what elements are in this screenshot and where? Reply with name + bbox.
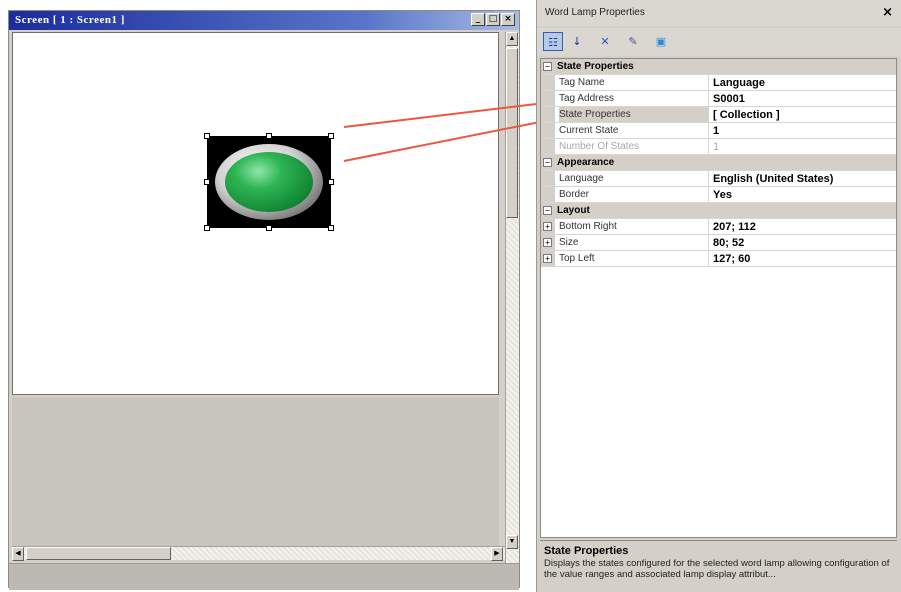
property-row-top-left[interactable]: + Top Left 127; 60 (541, 251, 896, 267)
row-margin (541, 91, 555, 106)
property-name: Current State (559, 123, 709, 138)
property-value[interactable]: Yes (713, 189, 732, 201)
wand-icon[interactable]: ✎ (623, 32, 643, 51)
vertical-scrollbar[interactable]: ▲ ▼ (505, 32, 519, 564)
property-row-tag-name[interactable]: Tag Name Language (541, 75, 896, 91)
designer-status-bar (9, 563, 519, 590)
row-margin (541, 171, 555, 186)
scroll-up-icon[interactable]: ▲ (506, 32, 518, 46)
alphabetical-icon[interactable]: ↓ (567, 32, 587, 51)
maximize-button[interactable]: □ (486, 13, 500, 26)
row-margin (541, 123, 555, 138)
property-name: Number Of States (559, 139, 709, 154)
category-layout[interactable]: − Layout (541, 203, 896, 219)
property-value[interactable]: [ Collection ] (713, 109, 780, 121)
collapse-icon[interactable]: − (543, 158, 552, 167)
property-row-number-of-states: Number Of States 1 (541, 139, 896, 155)
property-value[interactable]: 1 (713, 125, 719, 137)
canvas-offscreen-area (12, 397, 499, 547)
properties-title: Word Lamp Properties (545, 7, 645, 18)
categorized-icon[interactable]: ☷ (543, 32, 563, 51)
resize-handle-top-left[interactable] (204, 133, 210, 139)
scroll-down-icon[interactable]: ▼ (506, 535, 518, 549)
property-help-pane: State Properties Displays the states con… (540, 540, 897, 591)
properties-panel: Word Lamp Properties × ☷ ↓ ✕ ✎ ▣ − State… (536, 0, 901, 592)
property-value[interactable]: 207; 112 (713, 221, 756, 233)
property-name: Tag Address (559, 91, 709, 106)
help-title: State Properties (544, 545, 629, 557)
property-row-current-state[interactable]: Current State 1 (541, 123, 896, 139)
designer-title: Screen [ 1 : Screen1 ] (15, 14, 125, 26)
property-grid: − State Properties Tag Name Language Tag… (540, 58, 897, 538)
property-name: Border (559, 187, 709, 202)
close-icon[interactable]: × (882, 5, 893, 20)
resize-handle-bottom[interactable] (266, 225, 272, 231)
property-row-state-properties[interactable]: State Properties [ Collection ] (541, 107, 896, 123)
designer-title-bar[interactable]: Screen [ 1 : Screen1 ] _ □ × (9, 11, 519, 30)
property-name: Tag Name (559, 75, 709, 90)
category-state-properties[interactable]: − State Properties (541, 59, 896, 75)
pages-icon[interactable]: ▣ (651, 32, 671, 51)
property-value[interactable]: 80; 52 (713, 237, 744, 249)
row-margin (541, 75, 555, 90)
design-canvas[interactable] (12, 32, 499, 395)
property-name: State Properties (559, 107, 709, 122)
resize-handle-bottom-right[interactable] (328, 225, 334, 231)
property-row-border[interactable]: Border Yes (541, 187, 896, 203)
help-description: Displays the states configured for the s… (544, 558, 890, 580)
property-row-tag-address[interactable]: Tag Address S0001 (541, 91, 896, 107)
property-name: Language (559, 171, 709, 186)
expand-icon[interactable]: + (543, 238, 552, 247)
property-row-bottom-right[interactable]: + Bottom Right 207; 112 (541, 219, 896, 235)
expand-icon[interactable]: ✕ (595, 32, 615, 51)
property-value[interactable]: English (United States) (713, 173, 833, 185)
property-name: Bottom Right (559, 219, 709, 234)
category-label: Layout (557, 205, 590, 216)
row-margin (541, 139, 555, 154)
property-name: Top Left (559, 251, 709, 266)
resize-handle-top-right[interactable] (328, 133, 334, 139)
resize-handle-bottom-left[interactable] (204, 225, 210, 231)
expand-icon[interactable]: + (543, 254, 552, 263)
word-lamp-widget[interactable] (204, 133, 334, 231)
scroll-right-icon[interactable]: ▶ (491, 547, 503, 561)
property-value[interactable]: Language (713, 77, 765, 89)
category-appearance[interactable]: − Appearance (541, 155, 896, 171)
vertical-scroll-thumb[interactable] (506, 48, 518, 218)
screen-designer-window: Screen [ 1 : Screen1 ] _ □ × ▲ ▼ ◀ ▶ (8, 10, 520, 590)
expand-icon[interactable]: + (543, 222, 552, 231)
close-button[interactable]: × (501, 13, 515, 26)
properties-title-bar[interactable]: Word Lamp Properties × (537, 0, 901, 26)
lamp-light (225, 152, 313, 212)
collapse-icon[interactable]: − (543, 62, 552, 71)
category-label: Appearance (557, 157, 615, 168)
minimize-button[interactable]: _ (471, 13, 485, 26)
property-value[interactable]: 127; 60 (713, 253, 750, 265)
property-row-language[interactable]: Language English (United States) (541, 171, 896, 187)
properties-toolbar: ☷ ↓ ✕ ✎ ▣ (537, 28, 901, 56)
resize-handle-top[interactable] (266, 133, 272, 139)
category-label: State Properties (557, 61, 634, 72)
row-margin (541, 107, 555, 122)
horizontal-scroll-thumb[interactable] (26, 547, 171, 560)
collapse-icon[interactable]: − (543, 206, 552, 215)
property-value: 1 (713, 141, 720, 153)
property-name: Size (559, 235, 709, 250)
property-row-size[interactable]: + Size 80; 52 (541, 235, 896, 251)
scroll-left-icon[interactable]: ◀ (12, 547, 24, 561)
property-value[interactable]: S0001 (713, 93, 745, 105)
resize-handle-left[interactable] (204, 179, 210, 185)
horizontal-scrollbar[interactable]: ◀ ▶ (12, 546, 505, 561)
row-margin (541, 187, 555, 202)
resize-handle-right[interactable] (328, 179, 334, 185)
